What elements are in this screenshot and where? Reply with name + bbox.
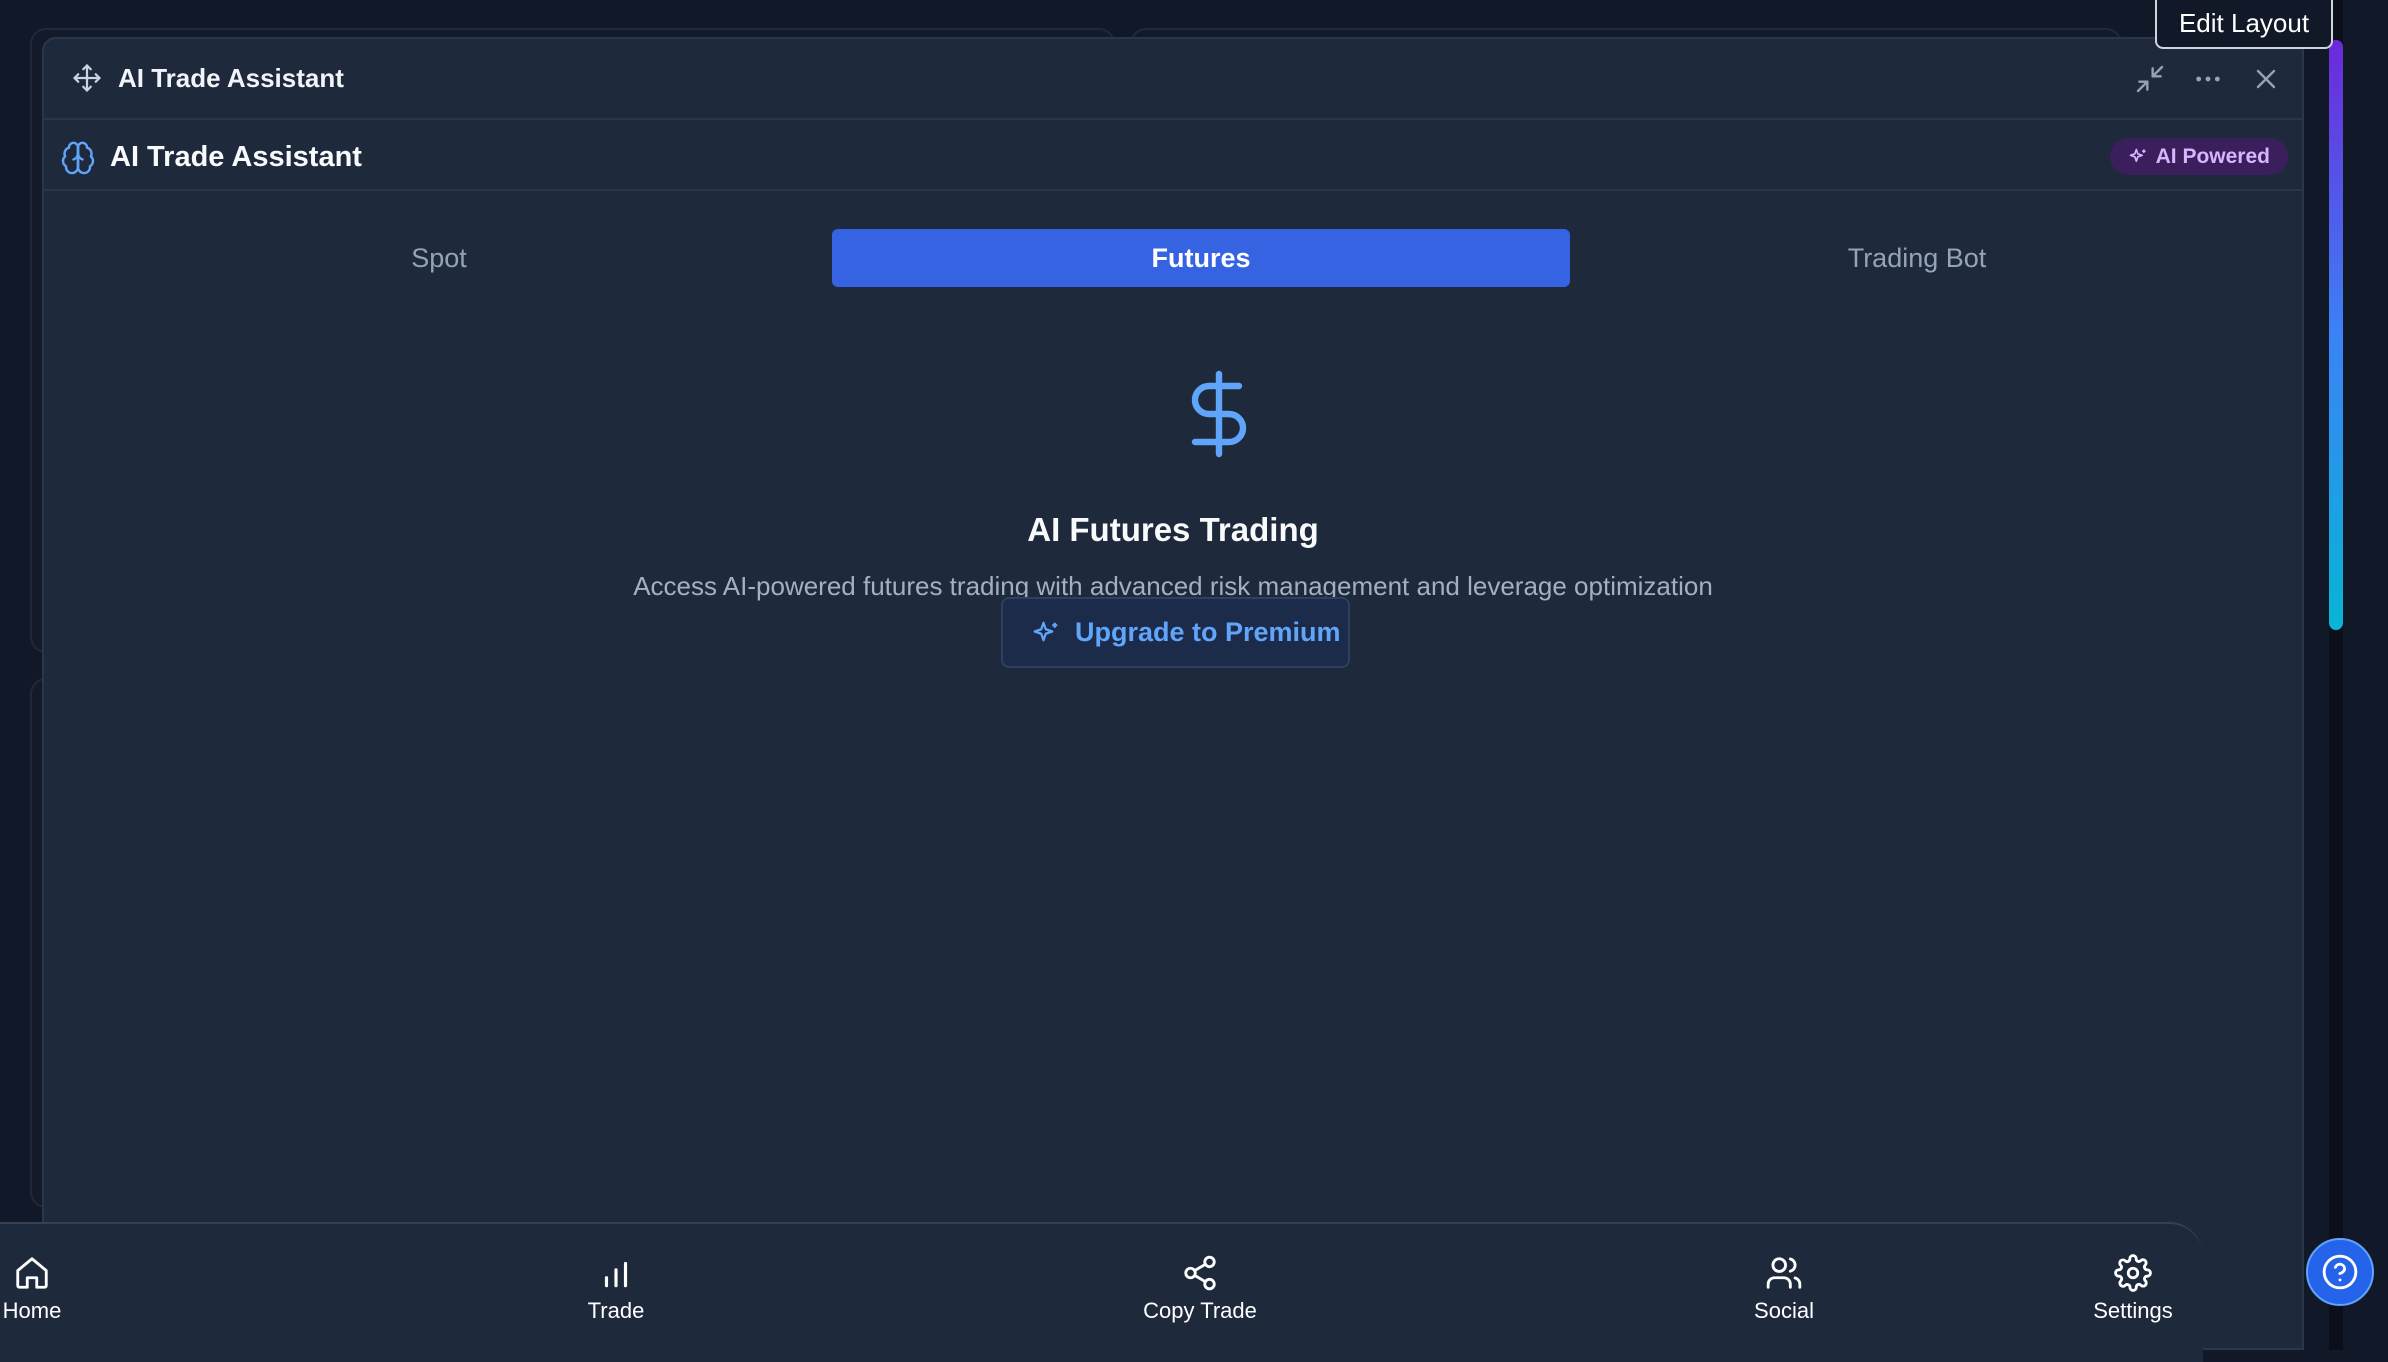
users-icon xyxy=(1766,1257,1802,1289)
tab-trading-bot[interactable]: Trading Bot xyxy=(1548,229,2286,287)
upgrade-to-premium-button[interactable]: Upgrade to Premium xyxy=(1001,597,1350,668)
nav-settings[interactable]: Settings xyxy=(2033,1254,2233,1324)
nav-social-label: Social xyxy=(1754,1298,1814,1323)
nav-home-label: Home xyxy=(2,1298,62,1323)
ai-trade-assistant-window: AI Trade Assistant AI Trade Assistant AI… xyxy=(42,37,2304,1350)
close-icon[interactable] xyxy=(2250,63,2282,95)
sparkles-icon xyxy=(1033,621,1058,642)
nav-trade-label: Trade xyxy=(587,1298,645,1323)
minimize-icon[interactable] xyxy=(2134,63,2166,95)
bar-chart-icon xyxy=(604,1261,628,1288)
nav-copy-trade[interactable]: Copy Trade xyxy=(1100,1254,1300,1324)
share-icon xyxy=(1184,1255,1216,1291)
trade-tabs: Spot Futures Trading Bot xyxy=(70,229,2290,287)
futures-heading: AI Futures Trading xyxy=(1027,511,1319,548)
upgrade-label: Upgrade to Premium xyxy=(1075,617,1341,647)
nav-home[interactable]: Home xyxy=(0,1254,132,1324)
window-titlebar[interactable]: AI Trade Assistant xyxy=(44,39,2302,120)
sparkles-icon xyxy=(2129,148,2146,162)
badge-label: AI Powered xyxy=(2155,145,2270,168)
assistant-title: AI Trade Assistant xyxy=(110,141,362,173)
edit-layout-button[interactable]: Edit Layout xyxy=(2155,0,2333,49)
move-icon[interactable] xyxy=(72,63,102,93)
scrollbar-thumb[interactable] xyxy=(2329,40,2343,630)
bottom-nav: Home Trade Copy Trade Social Settings xyxy=(0,1222,2203,1362)
nav-trade[interactable]: Trade xyxy=(516,1254,716,1324)
window-title: AI Trade Assistant xyxy=(118,63,344,93)
brain-icon xyxy=(61,141,95,175)
nav-copy-trade-label: Copy Trade xyxy=(1143,1298,1257,1323)
help-button[interactable] xyxy=(2306,1238,2374,1306)
ai-powered-badge: AI Powered xyxy=(2109,138,2288,175)
more-options-icon[interactable] xyxy=(2192,63,2224,95)
tab-futures[interactable]: Futures xyxy=(832,229,1570,287)
help-icon xyxy=(2322,1254,2358,1290)
tab-spot[interactable]: Spot xyxy=(70,229,808,287)
home-icon xyxy=(16,1257,48,1289)
assistant-header: AI Trade Assistant AI Powered xyxy=(44,122,2302,191)
nav-settings-label: Settings xyxy=(2093,1298,2173,1323)
dollar-icon xyxy=(1191,370,1247,458)
nav-social[interactable]: Social xyxy=(1684,1254,1884,1324)
gear-icon xyxy=(2114,1254,2152,1292)
scrollbar[interactable] xyxy=(2329,0,2343,1350)
